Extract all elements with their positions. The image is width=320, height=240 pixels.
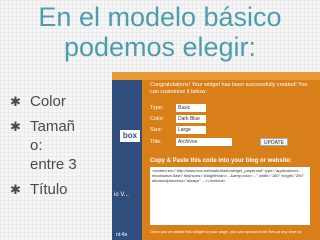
widget-config-panel: Congratulations! Your widget has been su… — [148, 82, 318, 238]
widget-screenshot: box io V... nt:4a Congratulations! Your … — [112, 72, 320, 240]
type-row: Type: Basic — [150, 104, 310, 113]
embed-code-textarea[interactable]: <embed src="http://www.box.net/static/fl… — [150, 167, 310, 225]
slide-title-line-2: podemos elegir: — [63, 32, 257, 62]
size-row: Size: Large — [150, 126, 310, 135]
size-label: Size: — [150, 127, 163, 133]
footer-note: Once you've added this widget to your pa… — [150, 229, 302, 234]
update-button[interactable]: UPDATE — [260, 138, 288, 146]
type-select[interactable]: Basic — [176, 104, 206, 112]
slide: En el modelo básico podemos elegir: ✱ Co… — [0, 0, 320, 240]
size-select[interactable]: Large — [176, 126, 206, 134]
bullet-item: ✱ Color — [8, 92, 123, 111]
bullet-text: Color — [30, 93, 66, 110]
strip-text: io V... — [114, 192, 129, 198]
type-label: Type: — [150, 105, 164, 111]
copy-instructions: Copy & Paste this code into your blog or… — [150, 158, 292, 164]
bullet-text: Tamañ — [30, 118, 76, 135]
strip-footer-text: nt:4a — [116, 232, 128, 238]
title-input[interactable]: Archivos — [176, 138, 232, 146]
screenshot-left-strip: box io V... nt:4a — [112, 80, 142, 240]
title-row: Title: Archivos UPDATE — [150, 138, 310, 147]
congrats-message: Congratulations! Your widget has been su… — [150, 82, 308, 95]
asterisk-bullet-icon: ✱ — [10, 94, 21, 109]
slide-title: En el modelo básico podemos elegir: — [0, 2, 320, 62]
asterisk-bullet-icon: ✱ — [10, 119, 21, 134]
title-label: Title: — [150, 139, 162, 145]
bullet-item: ✱ Tamañ o: entre 3 — [8, 117, 123, 174]
bullet-text: o: — [30, 137, 43, 154]
color-row: Color: Dark Blue — [150, 115, 310, 124]
bullet-text: Título — [30, 181, 68, 198]
box-logo: box — [120, 130, 140, 142]
bullet-item: ✱ Título — [8, 180, 123, 199]
slide-title-line-1: En el modelo básico — [38, 2, 282, 32]
bullet-text: entre 3 — [30, 156, 77, 173]
bullet-list: ✱ Color ✱ Tamañ o: entre 3 ✱ Título — [8, 92, 123, 205]
color-label: Color: — [150, 116, 165, 122]
color-select[interactable]: Dark Blue — [176, 115, 206, 123]
asterisk-bullet-icon: ✱ — [10, 182, 21, 197]
screenshot-top-bar — [112, 72, 320, 80]
